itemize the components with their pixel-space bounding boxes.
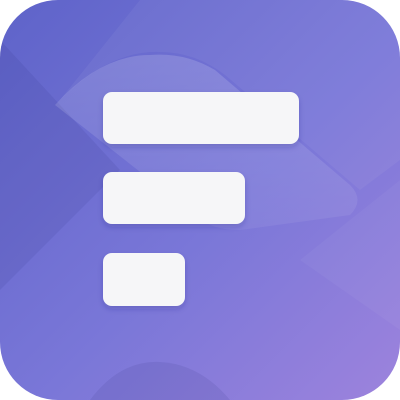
bar-short	[103, 253, 185, 306]
forms-app-icon[interactable]	[0, 0, 400, 400]
bar-medium	[103, 172, 245, 224]
bar-long	[103, 92, 299, 144]
stacked-bars-icon	[0, 0, 400, 400]
canvas	[0, 0, 400, 400]
